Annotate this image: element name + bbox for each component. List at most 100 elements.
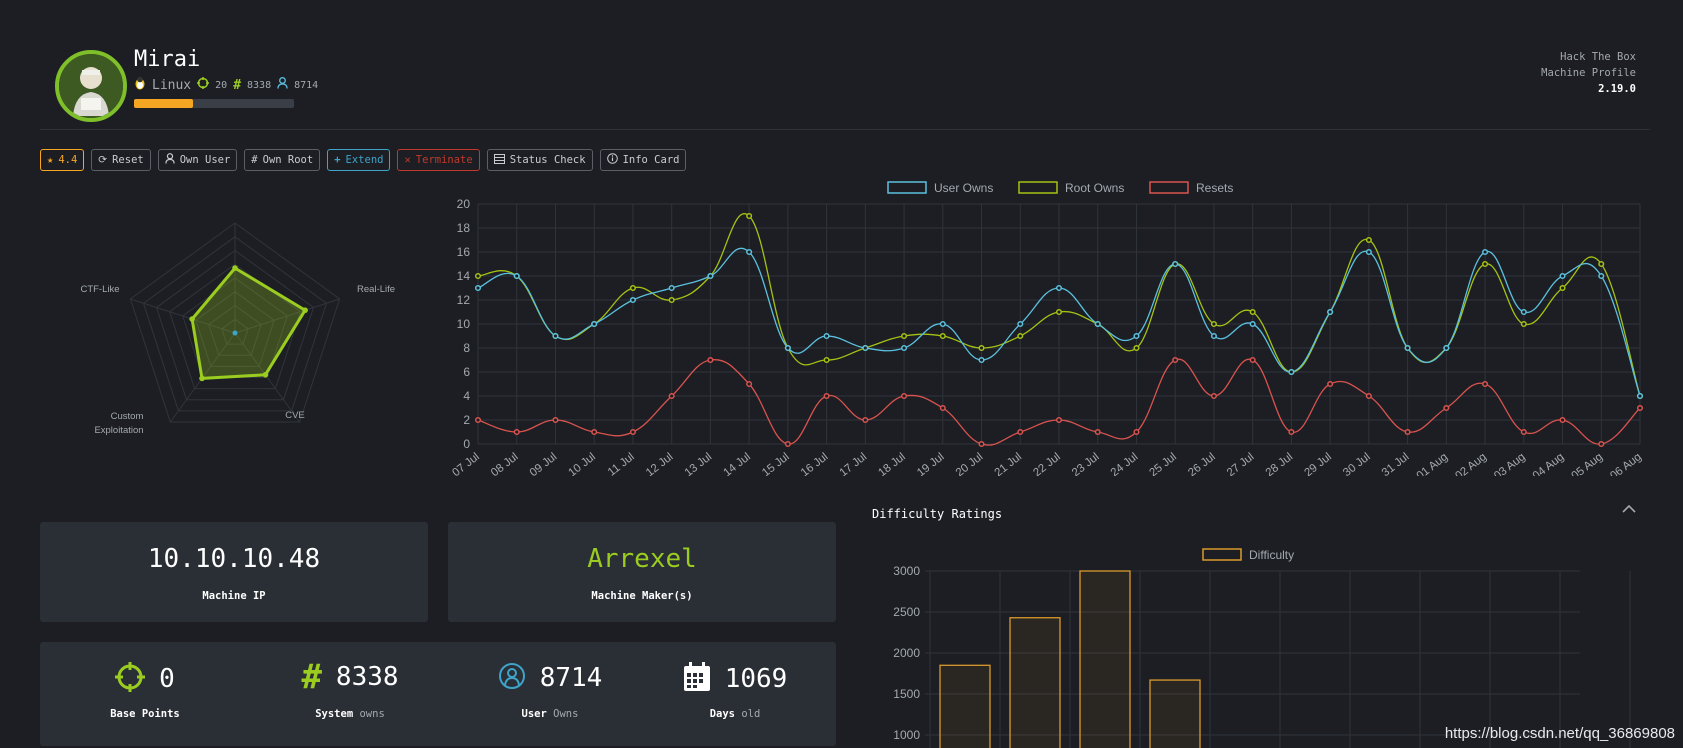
- data-point[interactable]: [668, 392, 675, 400]
- machine-ip[interactable]: 10.10.10.48: [40, 544, 428, 574]
- data-point[interactable]: [1520, 308, 1527, 316]
- status-check-button[interactable]: Status Check: [486, 149, 593, 171]
- data-point[interactable]: [629, 284, 636, 292]
- data-point[interactable]: [1172, 356, 1179, 364]
- difficulty-bar[interactable]: [939, 664, 991, 748]
- data-point[interactable]: [1133, 344, 1140, 352]
- data-point[interactable]: [823, 332, 830, 340]
- data-point[interactable]: [939, 332, 946, 340]
- data-point[interactable]: [1249, 320, 1256, 328]
- data-point[interactable]: [939, 404, 946, 412]
- machine-maker[interactable]: Arrexel: [448, 544, 836, 574]
- info-card-button[interactable]: Info Card: [599, 149, 687, 171]
- data-point[interactable]: [1482, 260, 1489, 268]
- data-point[interactable]: [784, 344, 791, 352]
- chevron-up-icon[interactable]: [1622, 502, 1636, 518]
- data-point[interactable]: [474, 272, 482, 280]
- own-root-button[interactable]: # Own Root: [244, 149, 321, 171]
- data-point[interactable]: [1598, 260, 1605, 268]
- data-point[interactable]: [1288, 428, 1295, 436]
- legend-item[interactable]: Resets: [1149, 181, 1233, 195]
- data-point[interactable]: [1017, 332, 1024, 340]
- data-point[interactable]: [707, 272, 714, 280]
- reset-button[interactable]: ⟳ Reset: [91, 149, 151, 171]
- data-point[interactable]: [1094, 320, 1101, 328]
- legend-item[interactable]: Root Owns: [1018, 181, 1124, 195]
- data-point[interactable]: [1404, 428, 1411, 436]
- data-point[interactable]: [1249, 308, 1256, 316]
- data-point[interactable]: [1443, 344, 1450, 352]
- legend-item[interactable]: User Owns: [887, 181, 993, 195]
- data-point[interactable]: [746, 380, 753, 388]
- data-point[interactable]: [629, 428, 636, 436]
- data-point[interactable]: [1133, 428, 1140, 436]
- data-point[interactable]: [474, 416, 482, 424]
- difficulty-bar[interactable]: [1079, 570, 1131, 748]
- data-point[interactable]: [1017, 320, 1024, 328]
- data-point[interactable]: [862, 344, 869, 352]
- data-point[interactable]: [591, 320, 598, 328]
- data-point[interactable]: [1288, 368, 1295, 376]
- data-point[interactable]: [1559, 284, 1566, 292]
- data-point[interactable]: [1365, 248, 1372, 256]
- data-point[interactable]: [1327, 308, 1334, 316]
- data-point[interactable]: [552, 416, 559, 424]
- data-point[interactable]: [474, 284, 482, 292]
- extend-button[interactable]: + Extend: [327, 149, 391, 171]
- data-point[interactable]: [552, 332, 559, 340]
- data-point[interactable]: [1636, 404, 1644, 412]
- data-point[interactable]: [901, 332, 908, 340]
- data-point[interactable]: [746, 212, 753, 220]
- data-point[interactable]: [1482, 380, 1489, 388]
- data-point[interactable]: [629, 296, 636, 304]
- data-point[interactable]: [1636, 392, 1644, 400]
- data-point[interactable]: [1559, 272, 1566, 280]
- data-point[interactable]: [823, 356, 830, 364]
- data-point[interactable]: [1482, 248, 1489, 256]
- data-point[interactable]: [1055, 308, 1063, 316]
- data-point[interactable]: [978, 356, 985, 364]
- data-point[interactable]: [823, 392, 830, 400]
- data-point[interactable]: [1210, 320, 1217, 328]
- data-point[interactable]: [513, 272, 520, 280]
- data-point[interactable]: [1055, 416, 1063, 424]
- data-point[interactable]: [978, 344, 985, 352]
- data-point[interactable]: [901, 344, 908, 352]
- data-point[interactable]: [1443, 404, 1450, 412]
- data-point[interactable]: [1249, 356, 1256, 364]
- data-point[interactable]: [1055, 284, 1063, 292]
- data-point[interactable]: [1365, 236, 1372, 244]
- data-point[interactable]: [746, 248, 753, 256]
- data-point[interactable]: [707, 356, 714, 364]
- bar-legend-item[interactable]: Difficulty: [1202, 548, 1294, 562]
- data-point[interactable]: [862, 416, 869, 424]
- x-tick-label: 20 Jul: [954, 451, 986, 476]
- data-point[interactable]: [591, 428, 598, 436]
- data-point[interactable]: [1598, 272, 1605, 280]
- data-point[interactable]: [1017, 428, 1024, 436]
- data-point[interactable]: [1133, 332, 1140, 340]
- data-point[interactable]: [1559, 416, 1566, 424]
- data-point[interactable]: [1365, 392, 1372, 400]
- data-point[interactable]: [513, 428, 520, 436]
- data-point[interactable]: [1598, 440, 1605, 448]
- data-point[interactable]: [1210, 392, 1217, 400]
- data-point[interactable]: [1520, 428, 1527, 436]
- own-user-button[interactable]: Own User: [157, 149, 238, 171]
- data-point[interactable]: [668, 284, 675, 292]
- data-point[interactable]: [1172, 260, 1179, 268]
- data-point[interactable]: [1520, 320, 1527, 328]
- data-point[interactable]: [668, 296, 675, 304]
- data-point[interactable]: [1210, 332, 1217, 340]
- data-point[interactable]: [901, 392, 908, 400]
- difficulty-bar[interactable]: [1009, 617, 1061, 748]
- data-point[interactable]: [784, 440, 791, 448]
- difficulty-bar[interactable]: [1149, 679, 1201, 748]
- data-point[interactable]: [1404, 344, 1411, 352]
- terminate-button[interactable]: ✕ Terminate: [397, 149, 480, 171]
- data-point[interactable]: [1327, 380, 1334, 388]
- rating-button[interactable]: ★ 4.4: [40, 149, 85, 171]
- data-point[interactable]: [939, 320, 946, 328]
- data-point[interactable]: [978, 440, 985, 448]
- data-point[interactable]: [1094, 428, 1101, 436]
